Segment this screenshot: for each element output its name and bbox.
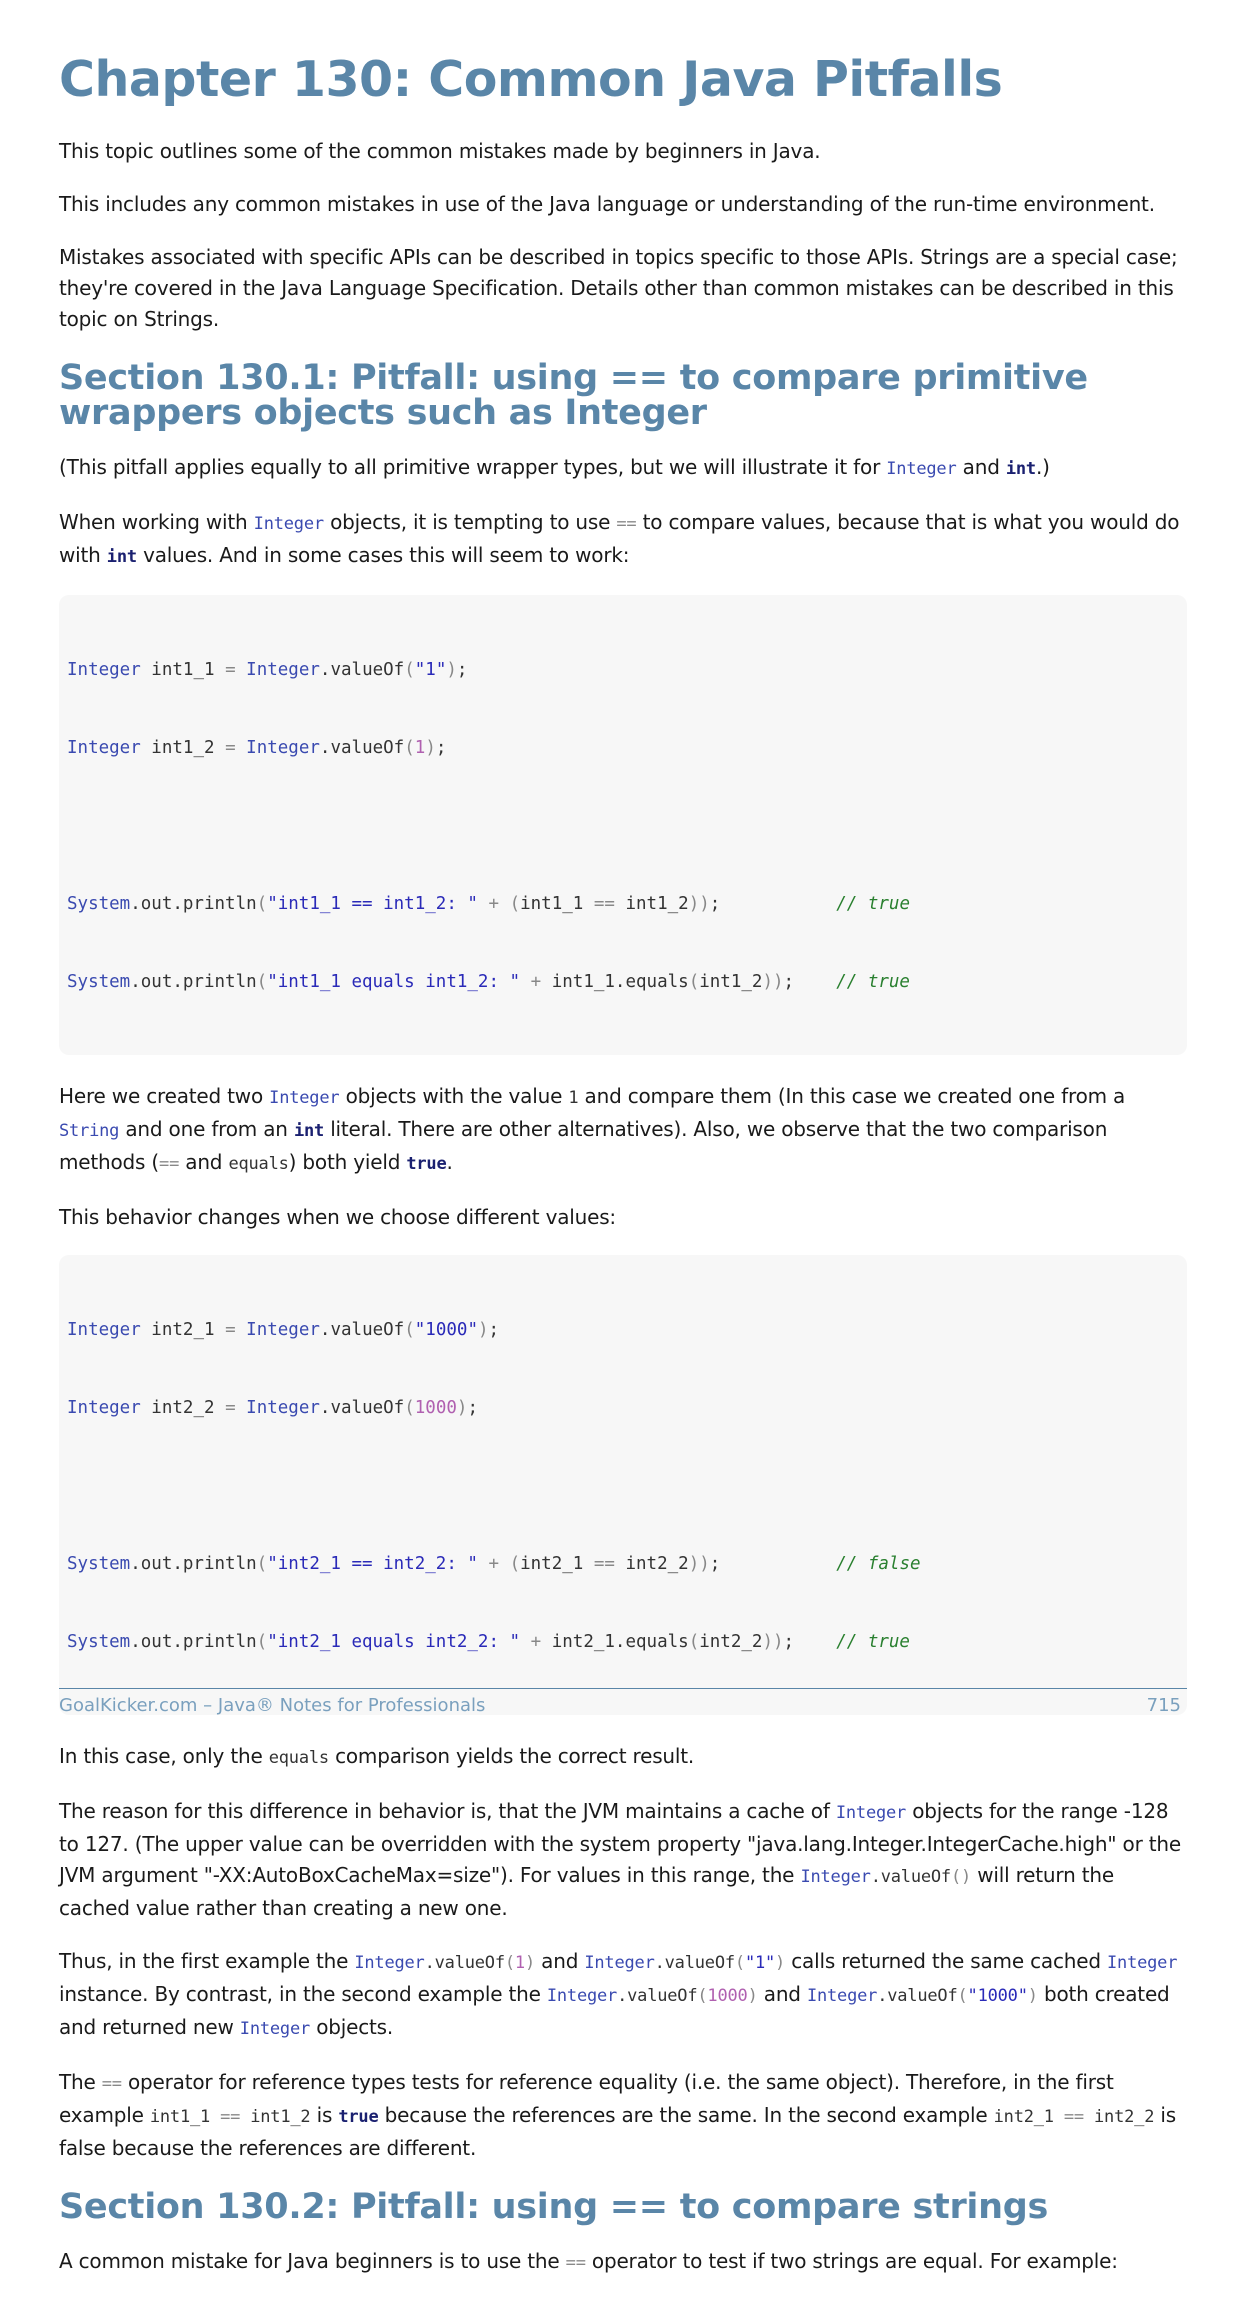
code-line: Integer int1_2 = Integer.valueOf(1); xyxy=(67,737,447,758)
inline-code: Integer xyxy=(269,1087,340,1108)
section-1-paragraph-3: Here we created two Integer objects with… xyxy=(59,1083,1126,1174)
inline-code: String xyxy=(59,1120,120,1141)
inline-code: 1 xyxy=(568,1087,579,1108)
chapter-title: Chapter 130: Common Java Pitfalls xyxy=(59,51,1003,108)
inline-code: Integer xyxy=(239,2018,311,2039)
inline-code: int2_1 == int2_2 xyxy=(993,2106,1155,2127)
section-1-title: Section 130.1: Pitfall: using == to comp… xyxy=(59,358,1088,433)
inline-code: int xyxy=(1005,458,1036,479)
intro-paragraph-3: Mistakes associated with specific APIs c… xyxy=(59,245,1178,332)
inline-code: true xyxy=(338,2106,379,2127)
inline-code: Integer.valueOf("1") xyxy=(584,1952,786,1973)
section-1-paragraph-2: When working with Integer objects, it is… xyxy=(59,509,1180,567)
inline-code: Integer.valueOf("1000") xyxy=(806,1985,1038,2006)
inline-code: == xyxy=(159,1153,180,1174)
section-1-paragraph-5: In this case, only the equals comparison… xyxy=(59,1743,695,1768)
inline-code: Integer xyxy=(886,458,957,479)
inline-code: int1_1 == int1_2 xyxy=(149,2106,311,2127)
section-2-paragraph-1: A common mistake for Java beginners is t… xyxy=(59,2249,1118,2274)
inline-code: == xyxy=(565,2253,586,2274)
section-1-paragraph-8: The == operator for reference types test… xyxy=(59,2069,1176,2160)
inline-code: Integer.valueOf() xyxy=(800,1866,972,1887)
section-2-title: Section 130.2: Pitfall: using == to comp… xyxy=(59,2186,1049,2227)
code-block-2: Integer int2_1 = Integer.valueOf("1000")… xyxy=(59,1254,1187,1715)
inline-code: Integer.valueOf(1000) xyxy=(546,1985,758,2006)
code-block-1: Integer int1_1 = Integer.valueOf("1"); I… xyxy=(59,594,1187,1055)
footer-source: GoalKicker.com – Java® Notes for Profess… xyxy=(59,1695,486,1716)
section-1-paragraph-7: Thus, in the first example the Integer.v… xyxy=(59,1948,1178,2039)
inline-code: Integer xyxy=(1107,1952,1178,1973)
code-line: System.out.println("int1_1 equals int1_2… xyxy=(67,971,910,992)
inline-code: == xyxy=(616,513,637,534)
section-1-paragraph-6: The reason for this difference in behavi… xyxy=(59,1798,1181,1920)
code-line: Integer int2_2 = Integer.valueOf(1000); xyxy=(67,1397,479,1418)
intro-paragraph-1: This topic outlines some of the common m… xyxy=(59,139,821,164)
code-line: System.out.println("int1_1 == int1_2: " … xyxy=(67,893,910,914)
inline-code: Integer.valueOf(1) xyxy=(354,1952,536,1973)
page-footer: GoalKicker.com – Java® Notes for Profess… xyxy=(59,1688,1187,1716)
inline-code: true xyxy=(406,1153,447,1174)
code-line: System.out.println("int2_1 equals int2_2… xyxy=(67,1631,910,1652)
inline-code: equals xyxy=(228,1153,289,1174)
page-number: 715 xyxy=(1146,1695,1181,1716)
inline-code: Integer xyxy=(835,1802,907,1823)
inline-code: Integer xyxy=(253,513,324,534)
code-line: Integer int2_1 = Integer.valueOf("1000")… xyxy=(67,1319,500,1340)
inline-code: equals xyxy=(268,1747,329,1768)
inline-code: int xyxy=(293,1120,325,1141)
code-line: Integer int1_1 = Integer.valueOf("1"); xyxy=(67,659,468,680)
inline-code: int xyxy=(106,546,137,567)
section-1-paragraph-4: This behavior changes when we choose dif… xyxy=(59,1204,616,1229)
inline-code: == xyxy=(101,2073,122,2094)
code-line: System.out.println("int2_1 == int2_2: " … xyxy=(67,1553,921,1574)
document-page: Chapter 130: Common Java Pitfalls This t… xyxy=(59,51,1187,2301)
intro-paragraph-2: This includes any common mistakes in use… xyxy=(59,192,1155,217)
section-1-paragraph-1: (This pitfall applies equally to all pri… xyxy=(59,454,1050,479)
